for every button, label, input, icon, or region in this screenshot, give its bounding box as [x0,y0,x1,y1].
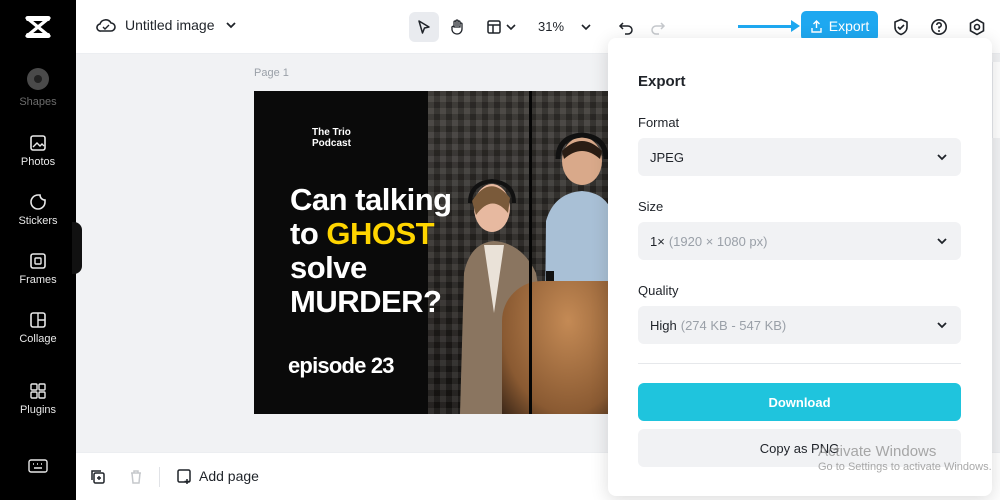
download-button[interactable]: Download [638,383,961,421]
document-title-menu[interactable]: Untitled image [96,17,238,33]
add-page-label: Add page [199,468,259,484]
size-value: 1× [650,233,665,249]
keyboard-shortcuts-icon[interactable] [28,458,48,474]
trash-icon[interactable] [128,469,144,485]
arrow-annotation [738,20,800,32]
quality-detail: (274 KB - 547 KB) [680,317,787,333]
shapes-icon [27,68,49,90]
layout-dropdown-button[interactable] [481,12,521,42]
chevron-down-icon [937,322,947,329]
sidebar-item-plugins[interactable]: Plugins [0,382,76,416]
duplicate-page-icon[interactable] [90,469,106,485]
podcast-name-line1: The Trio [312,127,351,138]
activation-watermark-subtitle: Go to Settings to activate Windows. [818,461,992,473]
chevron-down-icon [225,22,236,29]
sidebar-item-frames[interactable]: Frames [0,252,76,286]
photo-divider [529,91,532,414]
capcut-logo-icon[interactable] [24,14,52,40]
size-label: Size [638,199,664,214]
left-sidebar: Shapes Photos Stickers Frames Collage Pl… [0,0,76,500]
size-select[interactable]: 1× (1920 × 1080 px) [638,222,961,260]
sidebar-item-shapes[interactable]: Shapes [0,68,76,108]
headline-text[interactable]: Can talking to GHOST solve MURDER? [290,183,452,319]
sidebar-item-label: Plugins [19,404,57,416]
gear-icon [969,18,985,36]
export-panel-title: Export [638,73,686,90]
add-page-icon [177,469,191,484]
frames-icon [30,253,46,269]
chevron-down-icon [581,24,591,31]
shield-check-icon [894,18,908,36]
plugins-icon [30,383,46,399]
sidebar-item-collage[interactable]: Collage [0,311,76,345]
collage-icon [30,312,46,328]
stickers-icon [30,194,46,210]
podcast-name[interactable]: The Trio Podcast [312,127,351,149]
sidebar-item-stickers[interactable]: Stickers [0,193,76,227]
document-title: Untitled image [125,17,215,33]
headline-highlight: GHOST [326,216,435,251]
sidebar-item-label: Stickers [18,215,58,227]
zoom-level[interactable]: 31% [538,19,564,34]
photos-icon [30,135,46,151]
sidebar-item-photos[interactable]: Photos [0,134,76,168]
activation-watermark-title: Activate Windows [818,443,937,460]
design-canvas[interactable]: The Trio Podcast Can talking to GHOST so… [254,91,610,414]
export-button[interactable]: Export [801,11,878,41]
quality-value: High [650,317,677,333]
cloud-sync-icon [96,19,116,32]
layout-icon [486,20,501,34]
upload-icon [811,19,822,33]
headline-line2: to GHOST [290,217,452,251]
headline-line2-prefix: to [290,216,327,251]
sidebar-item-label: Photos [20,156,56,168]
add-page-button[interactable]: Add page [176,468,259,484]
help-icon [931,19,947,35]
chevron-down-icon [505,24,516,31]
sidebar-item-label: Collage [19,333,57,345]
hand-tool-button[interactable] [443,12,473,42]
panel-divider [638,363,961,364]
sidebar-item-label: Frames [19,274,57,286]
sidebar-collapse-handle[interactable] [72,222,82,274]
quality-label: Quality [638,283,679,298]
export-button-label: Export [828,18,870,34]
bottom-divider [159,467,160,487]
select-tool-button[interactable] [409,12,439,42]
chevron-down-icon [937,238,947,245]
format-select[interactable]: JPEG [638,138,961,176]
sidebar-item-label: Shapes [19,96,57,108]
export-panel: Export Format JPEG Size 1× (1920 × 1080 … [608,38,992,496]
side-panel-edge [992,62,1000,138]
episode-label[interactable]: episode 23 [288,353,395,379]
redo-icon [651,22,666,35]
format-label: Format [638,115,680,130]
headline-line3: solve [290,250,367,285]
chevron-down-icon [937,154,947,161]
hand-icon [451,19,463,35]
quality-select[interactable]: High (274 KB - 547 KB) [638,306,961,344]
undo-icon [618,22,633,35]
headline-line1: Can talking [290,182,452,217]
zoom-dropdown-button[interactable] [576,12,596,42]
podcast-name-line2: Podcast [312,138,351,149]
headline-line4: MURDER? [290,284,442,319]
cursor-icon [418,20,430,34]
size-detail: (1920 × 1080 px) [668,233,768,249]
podcast-table [502,281,610,414]
page-label: Page 1 [254,67,289,79]
format-value: JPEG [650,149,684,165]
